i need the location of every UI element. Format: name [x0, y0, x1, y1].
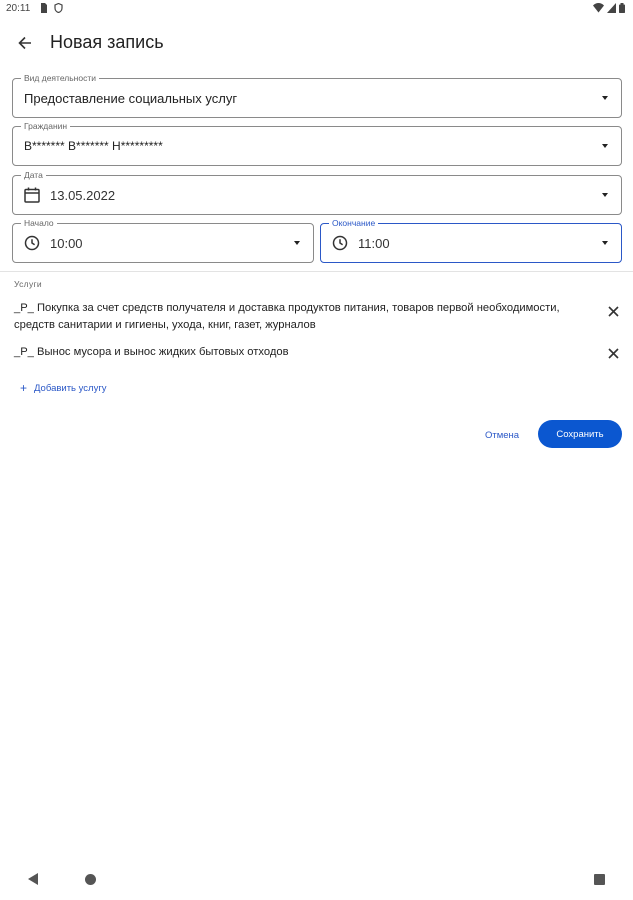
nav-back-icon[interactable]	[28, 873, 38, 885]
close-icon	[607, 347, 619, 359]
start-time-select[interactable]: Начало 10:00	[12, 218, 314, 263]
citizen-select[interactable]: Гражданин В******* В******* Н*********	[12, 121, 622, 166]
add-service-label: Добавить услугу	[34, 382, 107, 394]
service-item: _Р_ Покупка за счет средств получателя и…	[14, 300, 624, 334]
page-title: Новая запись	[50, 32, 164, 52]
activity-value: Предоставление социальных услуг	[24, 91, 238, 106]
date-label: Дата	[21, 170, 46, 180]
nav-home-icon[interactable]	[85, 874, 96, 885]
citizen-value: В******* В******* Н*********	[24, 139, 163, 153]
date-picker[interactable]: Дата 13.05.2022	[12, 170, 622, 215]
start-value: 10:00	[50, 236, 83, 251]
close-icon	[607, 305, 619, 317]
shield-icon	[54, 3, 63, 13]
remove-service-button[interactable]	[604, 344, 622, 362]
plus-icon: +	[20, 381, 28, 395]
end-time-select[interactable]: Окончание 11:00	[320, 218, 622, 263]
services-section-label: Услуги	[14, 279, 42, 289]
end-value: 11:00	[358, 236, 390, 251]
service-item: _Р_ Вынос мусора и вынос жидких бытовых …	[14, 344, 624, 361]
end-label: Окончание	[329, 218, 379, 228]
dropdown-arrow-icon	[602, 193, 608, 197]
battery-icon	[619, 3, 625, 13]
add-service-button[interactable]: + Добавить услугу	[20, 382, 107, 394]
nav-recents-icon[interactable]	[594, 874, 605, 885]
service-text: _Р_ Покупка за счет средств получателя и…	[14, 302, 560, 331]
dropdown-arrow-icon	[294, 241, 300, 245]
system-nav-bar	[0, 862, 633, 900]
start-label: Начало	[21, 218, 57, 228]
save-button[interactable]: Сохранить	[538, 420, 622, 448]
dropdown-arrow-icon	[602, 144, 608, 148]
sim-card-icon	[41, 3, 47, 13]
divider	[0, 271, 633, 272]
date-value: 13.05.2022	[50, 188, 116, 203]
activity-label: Вид деятельности	[21, 73, 99, 83]
remove-service-button[interactable]	[604, 302, 622, 320]
dropdown-arrow-icon	[602, 96, 608, 100]
status-bar: 20:11	[0, 0, 633, 18]
citizen-label: Гражданин	[21, 121, 71, 131]
wifi-icon	[593, 3, 604, 13]
signal-icon	[607, 3, 616, 13]
status-time: 20:11	[6, 3, 31, 14]
cancel-button[interactable]: Отмена	[476, 424, 528, 446]
activity-select[interactable]: Вид деятельности Предоставление социальн…	[12, 73, 622, 118]
back-button[interactable]	[12, 30, 38, 56]
app-bar: Новая запись	[0, 22, 633, 62]
clock-icon	[332, 235, 348, 251]
calendar-icon	[24, 187, 40, 203]
service-text: _Р_ Вынос мусора и вынос жидких бытовых …	[14, 346, 289, 358]
arrow-left-icon	[18, 36, 31, 50]
dropdown-arrow-icon	[602, 241, 608, 245]
clock-icon	[24, 235, 40, 251]
